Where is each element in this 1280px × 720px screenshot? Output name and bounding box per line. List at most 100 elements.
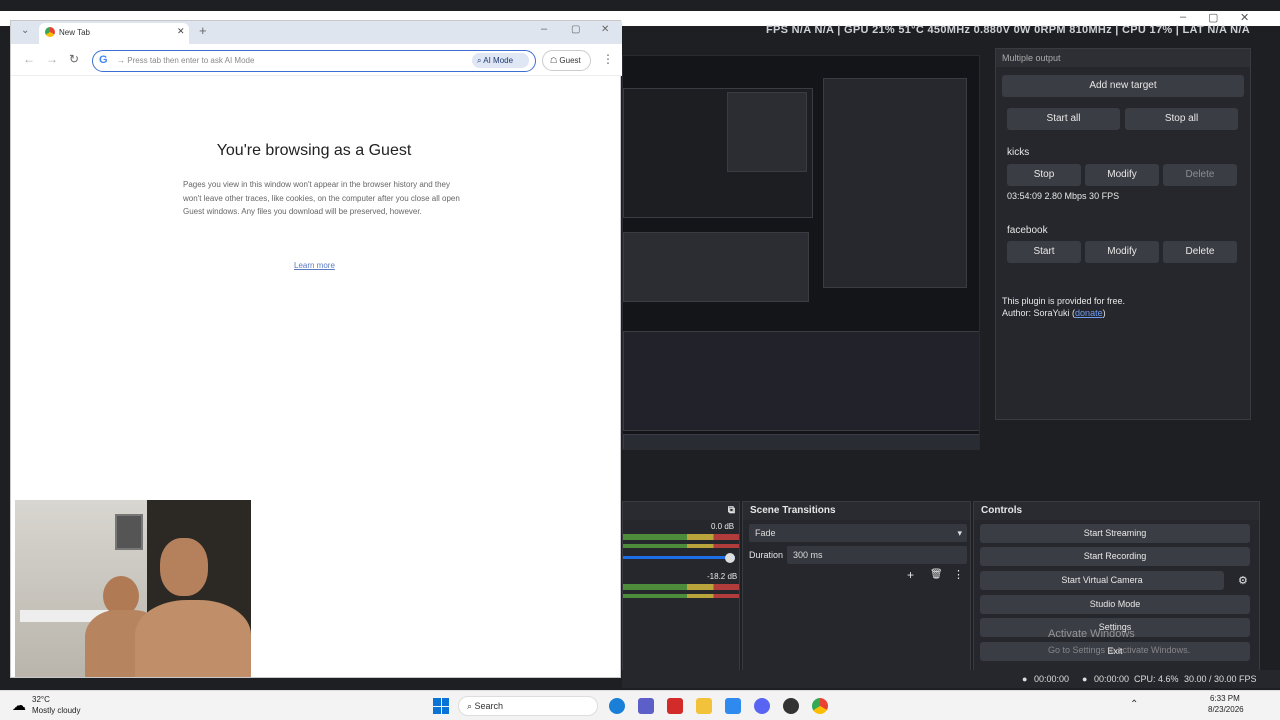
guest-profile-button[interactable]: ☖ Guest [542, 50, 591, 71]
win-tile [441, 698, 449, 706]
duration-label: Duration [749, 550, 784, 560]
ai-mode-button[interactable]: ⌕ AI Mode [472, 53, 529, 68]
omnibox[interactable]: G → Press tab then enter to ask AI Mode … [92, 50, 536, 72]
preview-nested-docks [623, 232, 809, 302]
mixer-popout-icon[interactable]: ⧉ [623, 502, 739, 520]
clock-date[interactable]: 8/23/2026 [1208, 705, 1244, 714]
maximize-icon[interactable]: ▢ [571, 24, 580, 35]
tray-chevron-icon[interactable]: ⌃ [1130, 699, 1138, 710]
preview-nested-bottom [623, 331, 979, 431]
preview-nested-panel [727, 92, 807, 172]
tab-title: New Tab [59, 28, 90, 37]
start-virtual-camera-button[interactable]: Start Virtual Camera [980, 571, 1224, 590]
virtual-camera-gear-icon[interactable]: ⚙ [1238, 574, 1248, 587]
tab-strip: ⌄ New Tab ✕ + – ▢ ✕ [11, 21, 622, 44]
mixer-meter-2 [623, 584, 739, 590]
controls-title: Controls [974, 502, 1259, 520]
omnibox-placeholder-text: Press tab then enter to ask AI Mode [127, 56, 255, 65]
guest-heading: You're browsing as a Guest [216, 142, 412, 159]
cpu-usage: CPU: 4.6% [1134, 674, 1179, 684]
more-options-icon[interactable]: ⋮ [953, 568, 964, 581]
record-icon: ● [1022, 674, 1028, 684]
duration-input[interactable]: 300 ms [787, 546, 967, 564]
plugin-note: This plugin is provided for free. [1002, 296, 1126, 306]
stats-bar: FPS N/A N/A | GPU 21% 51°C 450MHz 0.880V… [766, 24, 1250, 36]
scene-transitions-title: Scene Transitions [743, 502, 970, 520]
slider-handle-1[interactable] [725, 553, 735, 563]
copilot-icon[interactable] [725, 698, 741, 714]
start-all-button[interactable]: Start all [1007, 108, 1120, 130]
win-tile [433, 706, 441, 714]
audio-mixer-dock: ⧉ 0.0 dB -18.2 dB [622, 501, 740, 676]
person-head-right [160, 538, 208, 596]
stop-all-button[interactable]: Stop all [1125, 108, 1238, 130]
stream-icon: ● [1082, 674, 1088, 684]
stream-time: 00:00:00 [1094, 674, 1130, 684]
mixer-volume-slider-1[interactable] [623, 556, 735, 559]
start-button[interactable] [433, 698, 449, 714]
omnibox-placeholder: → Press tab then enter to ask AI Mode [117, 56, 255, 65]
folder-icon[interactable] [696, 698, 712, 714]
donate-link[interactable]: donate [1075, 308, 1103, 318]
google-icon: G [99, 54, 108, 66]
kicks-stop-button[interactable]: Stop [1007, 164, 1081, 186]
transition-value: Fade [755, 528, 776, 538]
forward-icon[interactable]: → [46, 52, 58, 66]
chrome-taskbar-icon[interactable] [812, 698, 828, 714]
win-tile [433, 698, 441, 706]
reload-icon[interactable]: ↻ [69, 52, 79, 66]
back-icon[interactable]: ← [23, 52, 35, 66]
multiple-output-dock: Multiple output Add new target Start all… [995, 48, 1251, 420]
mixer-meter-2b [623, 594, 739, 598]
start-recording-button[interactable]: Start Recording [980, 547, 1250, 566]
add-new-target-button[interactable]: Add new target [1002, 75, 1244, 97]
person-body-right [135, 600, 251, 677]
obs-icon[interactable] [783, 698, 799, 714]
kicks-modify-button[interactable]: Modify [1085, 164, 1159, 186]
studio-mode-button[interactable]: Studio Mode [980, 595, 1250, 614]
close-icon[interactable]: ✕ [601, 24, 609, 35]
facebook-modify-button[interactable]: Modify [1085, 241, 1159, 263]
wps-icon[interactable] [667, 698, 683, 714]
teams-icon[interactable] [638, 698, 654, 714]
taskbar-search-label: Search [474, 701, 504, 711]
discord-icon[interactable] [754, 698, 770, 714]
preview-nested-taskbar [623, 434, 979, 449]
author-text: Author: SoraYuki ( [1002, 308, 1076, 318]
windows-taskbar: ☁ 32°C Mostly cloudy ⌕ Search ⌃ 6:33 PM … [0, 690, 1280, 720]
taskbar-search[interactable]: ⌕ Search [458, 696, 598, 716]
guest-description: Pages you view in this window won't appe… [183, 180, 460, 216]
scene-transitions-dock: Scene Transitions Fade ▾ Duration 300 ms … [742, 501, 971, 676]
start-streaming-button[interactable]: Start Streaming [980, 524, 1250, 543]
rec-time: 00:00:00 [1034, 674, 1070, 684]
controls-dock: Controls Start Streaming Start Recording… [973, 501, 1260, 676]
plugin-author: Author: SoraYuki (donate) [1002, 308, 1106, 318]
kicks-delete-button[interactable]: Delete [1163, 164, 1237, 186]
trash-icon[interactable]: 🗑 [930, 569, 943, 580]
target-name-facebook: facebook [1007, 225, 1048, 236]
wall-frame [115, 514, 143, 550]
minimize-icon[interactable]: – [541, 23, 547, 35]
transition-select[interactable]: Fade ▾ [749, 524, 967, 542]
target-name-kicks: kicks [1007, 147, 1030, 158]
win-tile [441, 706, 449, 714]
tab-new-tab[interactable]: New Tab ✕ [39, 23, 189, 44]
menu-dots-icon[interactable]: ⋮ [602, 52, 614, 66]
learn-more-link[interactable]: Learn more [294, 261, 335, 270]
new-tab-plus-icon[interactable]: + [199, 23, 207, 38]
chrome-icon [45, 27, 55, 37]
ai-mode-label: AI Mode [483, 56, 514, 65]
fps-readout: 30.00 / 30.00 FPS [1184, 674, 1257, 684]
tab-search-icon[interactable]: ⌄ [21, 25, 29, 36]
facebook-start-button[interactable]: Start [1007, 241, 1081, 263]
obs-status-bar: ● 00:00:00 ● 00:00:00 CPU: 4.6% 30.00 / … [622, 670, 1280, 688]
add-transition-icon[interactable]: + [907, 568, 914, 582]
facebook-delete-button[interactable]: Delete [1163, 241, 1237, 263]
tab-close-icon[interactable]: ✕ [177, 26, 185, 37]
chevron-down-icon: ▾ [957, 528, 962, 538]
mixer-meter-1b [623, 544, 739, 548]
weather-icon[interactable]: ☁ [12, 697, 26, 714]
clock-time[interactable]: 6:33 PM [1210, 694, 1240, 703]
edge-icon[interactable] [609, 698, 625, 714]
mixer-db-1: 0.0 dB [711, 522, 735, 531]
